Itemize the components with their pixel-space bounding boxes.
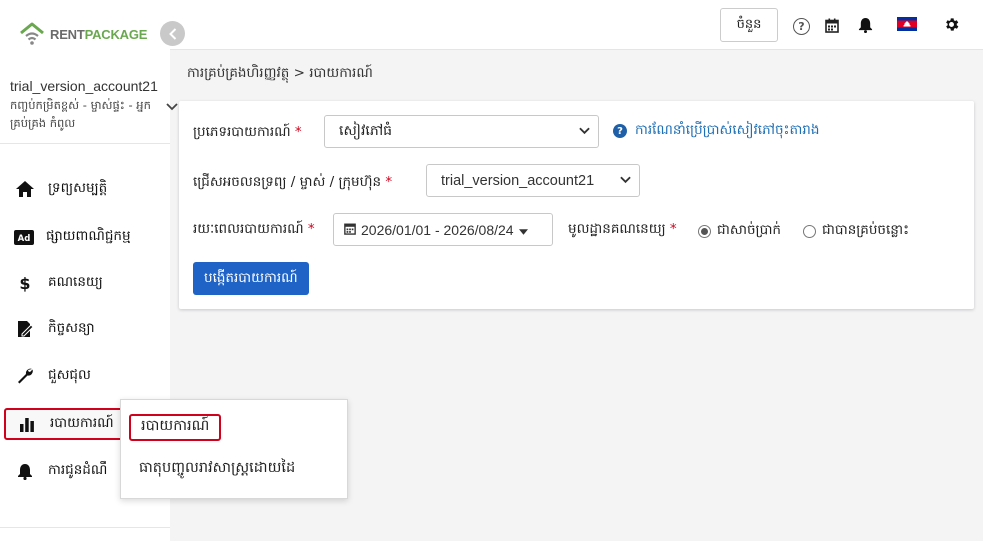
radio-label: ជាសាច់ប្រាក់	[717, 222, 782, 238]
breadcrumb: ការគ្រប់គ្រងហិរញ្ញវត្ថុ > របាយការណ៍	[187, 65, 373, 81]
radio-label: ជាបានគ្រប់ចន្លោះ	[822, 222, 910, 238]
gear-icon[interactable]	[942, 15, 960, 33]
account-switcher[interactable]: trial_version_account21 កញ្ចប់កម្រិតខ្ពស…	[10, 78, 180, 132]
sidebar-item-property[interactable]: ទ្រព្យសម្បត្តិ	[4, 173, 128, 205]
report-type-select[interactable]: សៀវភៅធំ	[324, 115, 599, 148]
house-wifi-logo-icon	[20, 22, 44, 45]
divider	[0, 527, 170, 528]
basis-radio-cash[interactable]: ជាសាច់ប្រាក់	[698, 221, 781, 241]
calendar-icon	[344, 222, 356, 238]
chevron-down-icon	[579, 125, 590, 138]
sidebar-item-accounting[interactable]: $ គណនេយ្យ	[4, 267, 128, 299]
count-button[interactable]: ចំនួន	[720, 8, 778, 42]
chevron-down-icon[interactable]	[166, 100, 178, 114]
chevron-down-icon	[620, 174, 631, 187]
entity-select[interactable]: trial_version_account21	[426, 164, 640, 197]
entity-label: ជ្រើសអចលនទ្រព្យ / ម្ចាស់ / ក្រុមហ៊ុន *	[193, 174, 393, 190]
sidebar-item-advertising[interactable]: Ad ផ្សាយពាណិជ្ជកម្ម	[4, 221, 131, 253]
wrench-icon	[14, 367, 36, 385]
bell-icon	[14, 463, 36, 480]
help-icon[interactable]: ?	[793, 18, 810, 35]
sidebar-item-label: ទ្រព្យសម្បត្តិ	[48, 180, 108, 196]
radio-unselected-icon	[803, 224, 816, 238]
svg-text:Ad: Ad	[18, 234, 31, 244]
sidebar-item-label: គណនេយ្យ	[48, 274, 103, 290]
required-marker: *	[294, 124, 302, 140]
sidebar-item-reports[interactable]: របាយការណ៍	[4, 408, 128, 440]
logo-text-package: PACKAGE	[84, 26, 148, 42]
reports-submenu: របាយការណ៍ ធាតុបញ្ចូលរាវសាស្ត្រដោយដៃ	[120, 399, 348, 499]
date-range-value: 2026/01/01 - 2026/08/24	[361, 221, 514, 238]
divider	[0, 143, 170, 144]
top-bar: ចំនួន ?	[170, 0, 983, 50]
sidebar-item-label: កិច្ចសន្យា	[48, 320, 95, 336]
ad-icon: Ad	[14, 229, 34, 245]
report-type-label: ប្រភេទរបាយការណ៍ *	[193, 124, 302, 140]
contract-icon	[14, 320, 36, 338]
sidebar-item-notifications[interactable]: ការជូនដំណឹ	[4, 455, 128, 487]
home-icon	[14, 180, 36, 198]
ledger-guide-link[interactable]: ? ការណែនាំប្រើប្រាស់សៀវភៅចុះតារាង	[613, 121, 819, 141]
report-form-card: ប្រភេទរបាយការណ៍ * សៀវភៅធំ ? ការណែនាំប្រើ…	[179, 101, 974, 309]
account-name: trial_version_account21	[10, 78, 158, 94]
radio-selected-icon	[698, 224, 711, 238]
report-type-value: សៀវភៅធំ	[339, 123, 393, 139]
required-marker: *	[385, 174, 393, 190]
caret-down-icon	[518, 222, 528, 238]
sidebar-item-contracts[interactable]: កិច្ចសន្យា	[4, 313, 128, 345]
submenu-item-manual-journal[interactable]: ធាតុបញ្ចូលរាវសាស្ត្រដោយដៃ	[129, 456, 305, 483]
sidebar-item-maintenance[interactable]: ជួសជុល	[4, 360, 128, 392]
date-range-picker[interactable]: 2026/01/01 - 2026/08/24	[333, 213, 553, 246]
question-circle-icon: ?	[613, 124, 627, 138]
app-logo[interactable]: RENTPACKAGE	[18, 20, 147, 48]
cambodia-flag-icon[interactable]	[897, 17, 917, 31]
basis-radio-accrual[interactable]: ជាបានគ្រប់ចន្លោះ	[803, 221, 909, 241]
sidebar-item-label: របាយការណ៍	[50, 415, 114, 431]
calendar-icon[interactable]	[823, 16, 841, 34]
submenu-item-reports[interactable]: របាយការណ៍	[129, 414, 222, 441]
required-marker: *	[307, 221, 315, 237]
chevron-left-icon	[168, 27, 176, 40]
required-marker: *	[669, 221, 677, 237]
entity-value: trial_version_account21	[441, 172, 595, 189]
notification-bell-icon[interactable]	[856, 16, 874, 34]
sidebar-item-label: ជួសជុល	[48, 367, 91, 383]
sidebar-item-label: ការជូនដំណឹ	[48, 462, 108, 478]
bar-chart-icon	[16, 416, 38, 432]
sidebar-item-label: ផ្សាយពាណិជ្ជកម្ម	[46, 228, 131, 244]
sidebar-collapse-button[interactable]	[160, 21, 185, 46]
ledger-guide-label: ការណែនាំប្រើប្រាស់សៀវភៅចុះតារាង	[635, 122, 820, 138]
account-roles: កញ្ចប់កម្រិតខ្ពស់ - ម្ចាស់ផ្ទះ - អ្នកគ្រ…	[10, 98, 151, 130]
period-label: រយៈពេលរបាយការណ៍ *	[193, 221, 315, 237]
logo-text-rent: RENT	[50, 26, 85, 42]
accounting-basis-label: មូលដ្ឋានគណនេយ្យ *	[568, 221, 677, 237]
dollar-icon: $	[19, 273, 31, 293]
generate-report-button[interactable]: បង្កើតរបាយការណ៍	[193, 262, 309, 295]
